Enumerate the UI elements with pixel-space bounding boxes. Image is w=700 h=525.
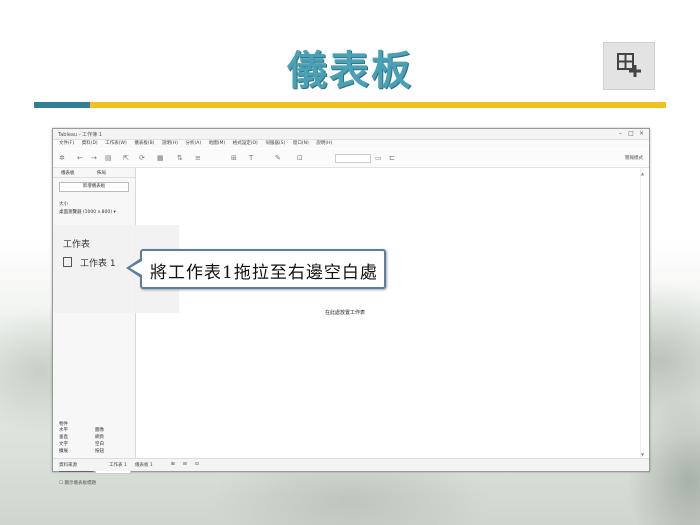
tooltip-icon[interactable]: ⊏ [389,154,395,162]
sheet-icon [63,257,72,267]
callout-text: 將工作表1拖拉至右邊空白處 [150,263,378,283]
tableau-window: Tableau - 工作簿 1 – □ × 文件(F) 資料(D) 工作表(W)… [52,128,650,486]
objects-panel: 物件 水平 圖像 垂直 網頁 文字 空白 擴展 按鈕 [59,421,131,455]
menu-item[interactable]: 工作表(W) [105,140,126,148]
menu-bar: 文件(F) 資料(D) 工作表(W) 儀表板(B) 說明(H) 分析(A) 地圖… [53,140,649,148]
sheet-item[interactable]: 工作表 1 [63,256,116,269]
close-icon[interactable]: × [637,130,646,137]
menu-item[interactable]: 說明(H) [162,140,178,148]
menu-item[interactable]: 資料(D) [82,140,98,148]
new-sheet-tab-icon[interactable]: ⊞ [171,462,175,467]
new-sheet-icon[interactable]: ▦ [157,154,164,162]
canvas-drop-text: 在此處放置工作表 [325,310,366,316]
maximize-icon[interactable]: □ [626,130,635,137]
new-story-tab-icon[interactable]: ⊡ [195,462,199,467]
dashboard-canvas[interactable]: 在此處放置工作表 [136,168,636,458]
menu-item[interactable]: 分析(A) [186,140,202,148]
left-pane: 儀表板 佈局 新增儀表板 大小 桌面瀏覽器 (1000 x 800) ▾ 物件 … [53,168,136,486]
new-dashboard-icon [603,42,655,90]
sheet1-tab[interactable]: 工作表 1 [109,462,127,468]
save-icon[interactable]: ▤ [105,154,112,162]
menu-item[interactable]: 文件(F) [59,140,74,148]
forward-icon[interactable]: → [91,154,97,162]
swap-icon[interactable]: ⇅ [177,154,183,162]
instruction-callout: 將工作表1拖拉至右邊空白處 [140,249,386,289]
object-horizontal[interactable]: 水平 [59,427,95,434]
size-select[interactable]: 桌面瀏覽器 (1000 x 800) ▾ [59,209,127,215]
show-me-icon[interactable]: ▭ [375,154,382,162]
sheets-title: 工作表 [63,240,91,250]
pause-icon[interactable]: ⟳ [139,154,145,162]
accent-bar-teal [34,102,90,108]
sort-icon[interactable]: ≡ [195,154,201,162]
dashboard1-tab[interactable]: 儀表板 1 [135,462,153,468]
menu-item[interactable]: 地圖(M) [209,140,225,148]
sheet-item-label: 工作表 1 [80,259,116,269]
group-icon[interactable]: ⊞ [231,154,237,162]
minimize-icon[interactable]: – [616,130,625,137]
highlight-icon[interactable]: ✎ [275,154,281,162]
size-label: 大小 [59,202,68,207]
status-bar: 資料來源 工作表 1 儀表板 1 ⊞ ⊟ ⊡ [53,458,649,471]
toolbar: ✲ ← → ▤ ⇱ ⟳ ▦ ⇅ ≡ ⊞ T ✎ ⊡ ▭ ⊏ 簡報模式 [53,149,649,168]
left-tabs: 儀表板 佈局 [53,168,135,178]
slide-title: 儀表板 [287,48,413,94]
new-datasource-icon[interactable]: ⇱ [123,154,129,162]
fit-select[interactable] [335,154,371,163]
tab-dashboard[interactable]: 儀表板 [61,170,75,176]
menu-item[interactable]: 說明(H) [316,140,332,148]
chevron-down-icon: ▾ [113,210,116,215]
scroll-down-icon[interactable]: ▼ [641,452,644,457]
object-button[interactable]: 按鈕 [95,448,131,455]
fit-icon[interactable]: ⊡ [297,154,303,162]
menu-item[interactable]: 格式設定(O) [233,140,258,148]
size-value: 桌面瀏覽器 (1000 x 800) [59,210,113,215]
object-image[interactable]: 圖像 [95,427,131,434]
menu-item[interactable]: 窗口(N) [293,140,309,148]
callout-arrow-inner [130,261,142,275]
window-titlebar: Tableau - 工作簿 1 – □ × [53,129,649,140]
menu-item[interactable]: 伺服器(S) [265,140,285,148]
menu-item[interactable]: 儀表板(B) [134,140,154,148]
datasource-tab[interactable]: 資料來源 [59,462,77,468]
window-title: Tableau - 工作簿 1 [58,132,102,138]
new-dashboard-button[interactable]: 新增儀表板 [59,182,129,192]
tableau-logo-icon[interactable]: ✲ [59,154,65,162]
object-text[interactable]: 文字 [59,441,95,448]
present-mode-button[interactable]: 簡報模式 [625,155,643,161]
object-extension[interactable]: 擴展 [59,448,95,455]
show-title-label: 顯示儀表板標題 [64,481,96,486]
object-vertical[interactable]: 垂直 [59,434,95,441]
tab-layout[interactable]: 佈局 [97,170,106,176]
label-icon[interactable]: T [249,154,253,162]
accent-bar-gold [90,102,666,108]
show-title-checkbox[interactable]: ☐ 顯示儀表板標題 [59,480,96,486]
scroll-up-icon[interactable]: ▲ [641,171,644,176]
object-blank[interactable]: 空白 [95,441,131,448]
new-dashboard-tab-icon[interactable]: ⊟ [183,462,187,467]
object-webpage[interactable]: 網頁 [95,434,131,441]
vertical-scrollbar[interactable]: ▲ ▼ [640,169,647,459]
back-icon[interactable]: ← [77,154,83,162]
